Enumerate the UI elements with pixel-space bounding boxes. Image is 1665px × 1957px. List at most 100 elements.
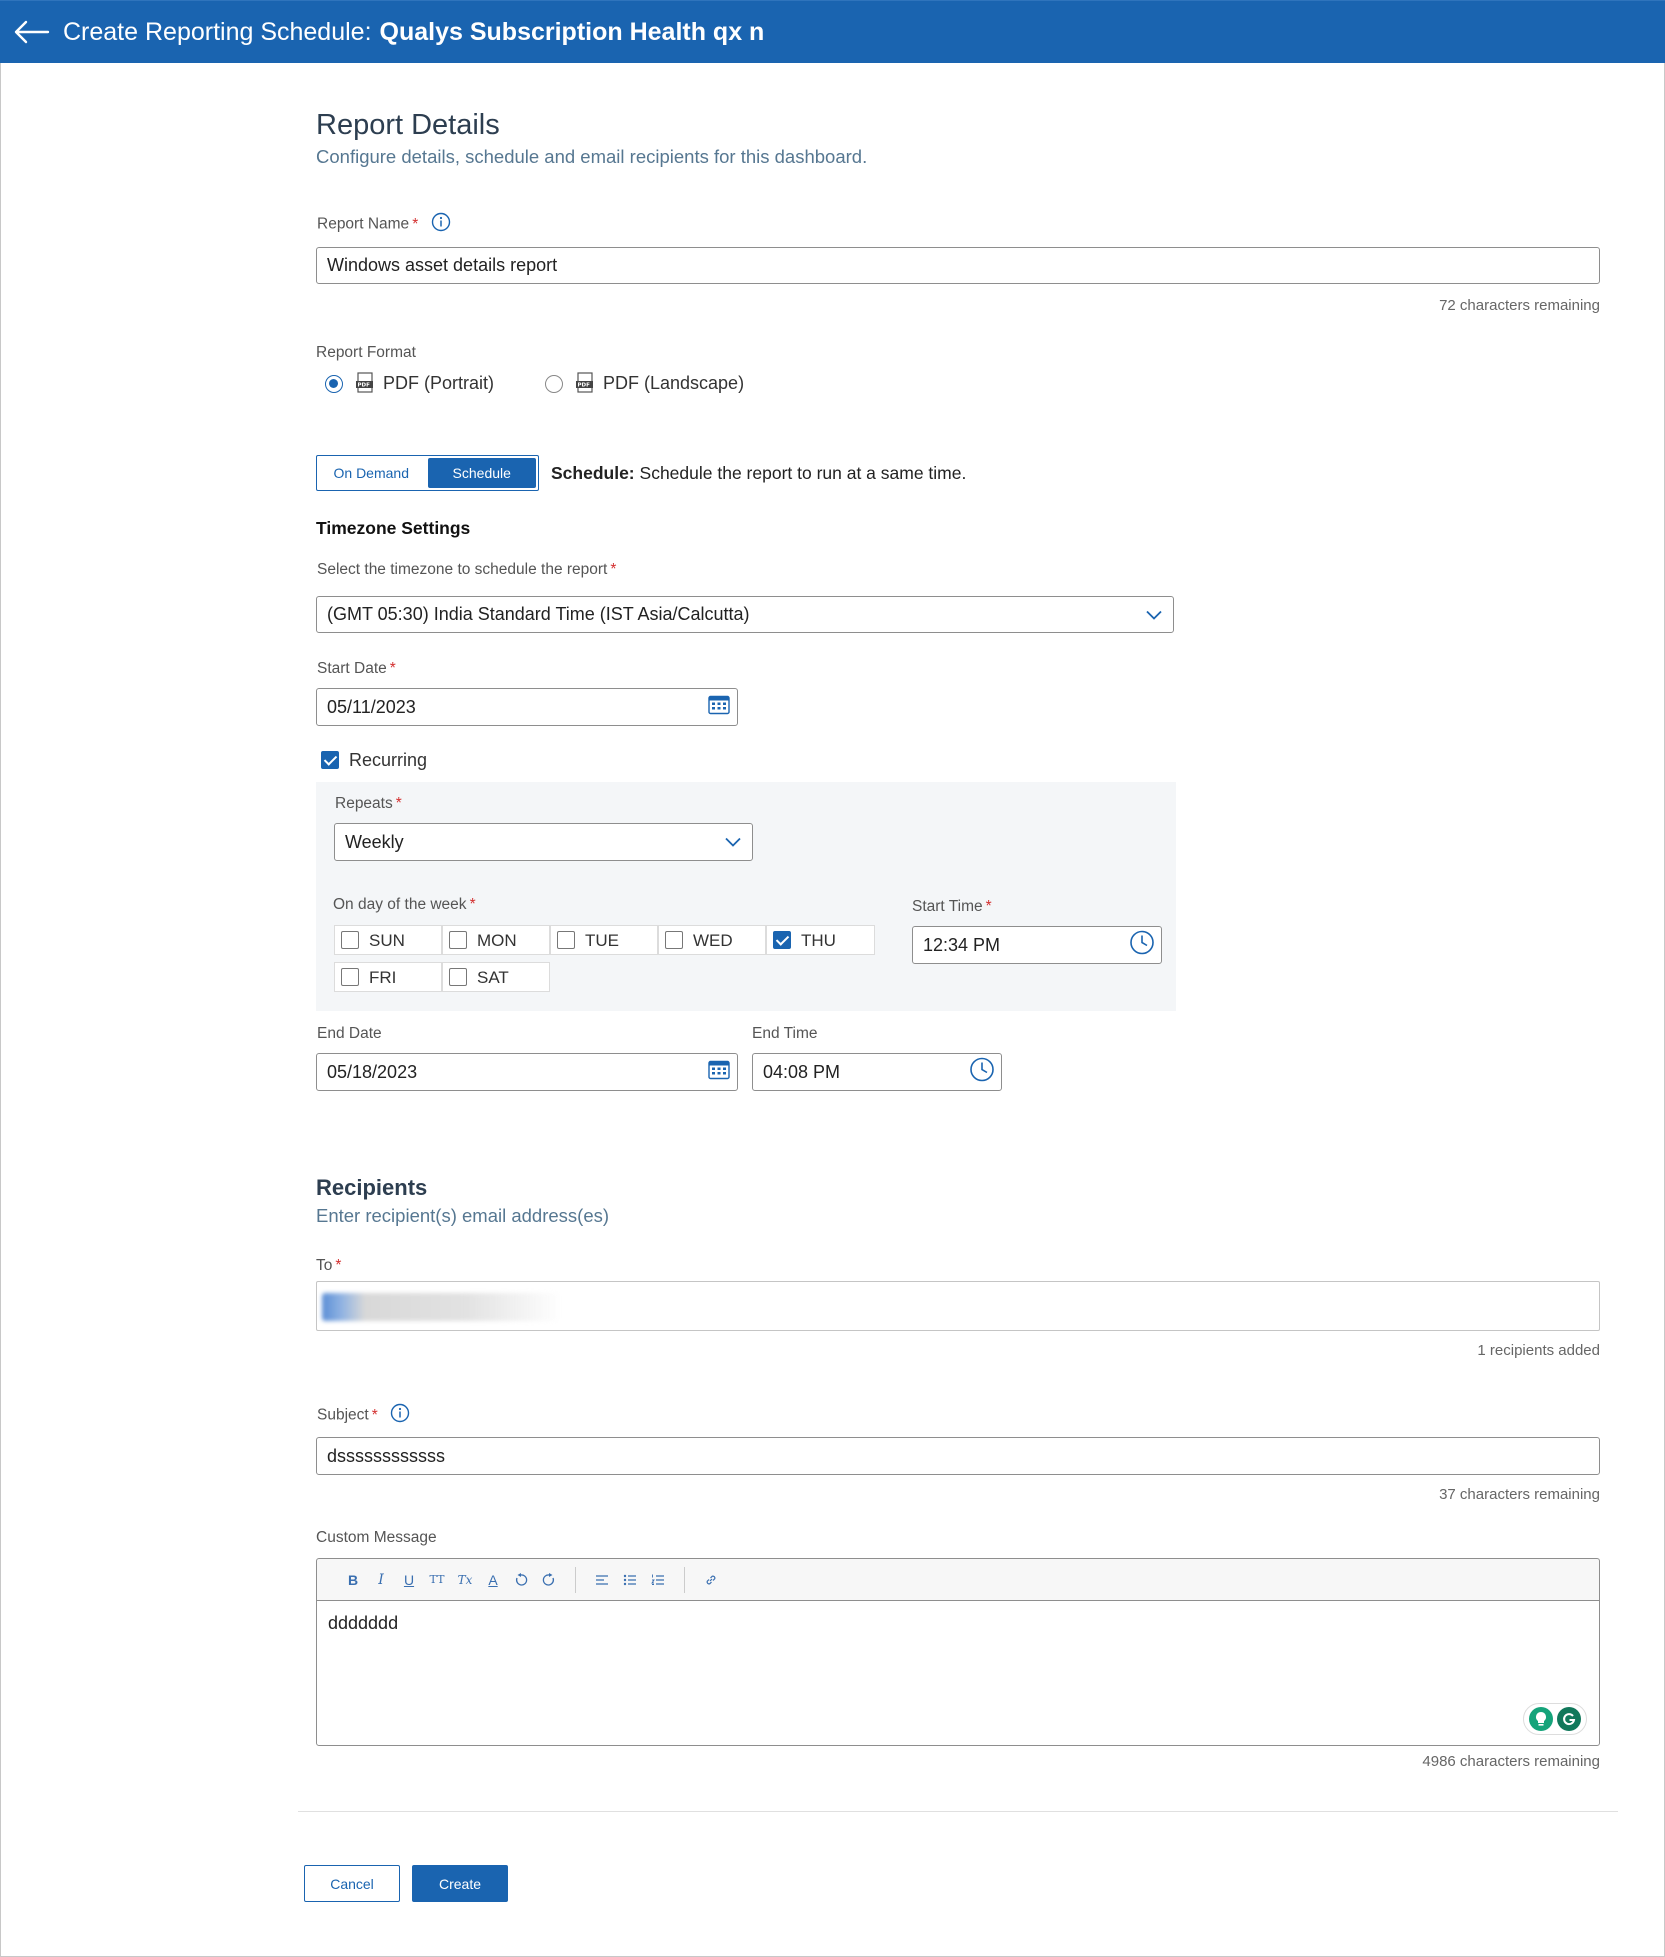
report-details-heading: Report Details bbox=[316, 109, 500, 141]
end-time-label: End Time bbox=[752, 1025, 818, 1042]
info-icon[interactable] bbox=[431, 212, 451, 237]
report-details-subheading: Configure details, schedule and email re… bbox=[316, 146, 868, 167]
day-tue-checkbox[interactable] bbox=[557, 931, 575, 949]
underline-button[interactable]: U bbox=[395, 1566, 423, 1594]
align-left-icon[interactable] bbox=[588, 1566, 616, 1594]
chevron-down-icon bbox=[1145, 604, 1163, 625]
editor-toolbar: B I U TT Tx A bbox=[316, 1558, 1600, 1600]
calendar-icon[interactable] bbox=[707, 694, 731, 721]
end-time-input[interactable]: 04:08 PM bbox=[752, 1053, 1002, 1091]
bold-button[interactable]: B bbox=[339, 1566, 367, 1594]
numbered-list-icon[interactable] bbox=[644, 1566, 672, 1594]
report-format-label: Report Format bbox=[316, 344, 416, 361]
schedule-button[interactable]: Schedule bbox=[427, 458, 536, 488]
schedule-description: Schedule: Schedule the report to run at … bbox=[551, 463, 967, 483]
create-button[interactable]: Create bbox=[412, 1865, 508, 1902]
page-header: Create Reporting Schedule: Qualys Subscri… bbox=[0, 0, 1665, 63]
day-sun-checkbox[interactable] bbox=[341, 931, 359, 949]
subject-label: Subject * bbox=[317, 1403, 410, 1428]
subject-char-count: 37 characters remaining bbox=[1439, 1486, 1600, 1503]
day-of-week-label: On day of the week * bbox=[333, 896, 476, 913]
custom-message-editor[interactable]: ddddddd bbox=[316, 1600, 1600, 1746]
report-name-input[interactable]: Windows asset details report bbox=[316, 247, 1600, 284]
custom-message-label: Custom Message bbox=[316, 1529, 437, 1546]
start-time-value: 12:34 PM bbox=[923, 934, 1001, 955]
pdf-portrait-radio[interactable] bbox=[325, 375, 343, 393]
recipients-subheading: Enter recipient(s) email address(es) bbox=[316, 1205, 610, 1226]
calendar-icon[interactable] bbox=[707, 1059, 731, 1086]
end-date-label: End Date bbox=[317, 1025, 382, 1042]
day-sat[interactable]: SAT bbox=[442, 962, 550, 992]
recurring-label: Recurring bbox=[349, 750, 428, 770]
back-arrow-icon[interactable] bbox=[12, 15, 52, 49]
text-size-button[interactable]: TT bbox=[423, 1566, 451, 1594]
report-name-label: Report Name * bbox=[317, 212, 451, 237]
timezone-label: Select the timezone to schedule the repo… bbox=[317, 561, 617, 578]
svg-text:PDF: PDF bbox=[578, 383, 591, 389]
custom-message-char-count: 4986 characters remaining bbox=[1422, 1753, 1600, 1770]
day-fri-checkbox[interactable] bbox=[341, 968, 359, 986]
italic-button[interactable]: I bbox=[367, 1566, 395, 1594]
report-name-char-count: 72 characters remaining bbox=[1439, 297, 1600, 314]
end-date-input[interactable]: 05/18/2023 bbox=[316, 1053, 738, 1091]
clear-format-button[interactable]: Tx bbox=[451, 1566, 479, 1594]
recipient-chip[interactable] bbox=[322, 1293, 562, 1321]
grammarly-widget[interactable] bbox=[1523, 1703, 1587, 1735]
start-time-label: Start Time * bbox=[912, 898, 992, 915]
pdf-icon: PDF bbox=[355, 372, 377, 399]
subject-input[interactable]: dssssssssssss bbox=[316, 1437, 1600, 1475]
info-icon[interactable] bbox=[390, 1403, 410, 1428]
custom-message-text: ddddddd bbox=[328, 1613, 399, 1633]
undo-icon[interactable] bbox=[507, 1566, 535, 1594]
start-date-label: Start Date * bbox=[317, 660, 396, 677]
font-color-button[interactable]: A bbox=[479, 1566, 507, 1594]
repeats-select[interactable]: Weekly bbox=[334, 823, 753, 861]
clock-icon[interactable] bbox=[1129, 930, 1155, 961]
cancel-button[interactable]: Cancel bbox=[304, 1865, 400, 1902]
redo-icon[interactable] bbox=[535, 1566, 563, 1594]
clock-icon[interactable] bbox=[969, 1057, 995, 1088]
pdf-portrait-label: PDF (Portrait) bbox=[383, 373, 495, 393]
toolbar-divider bbox=[575, 1566, 576, 1593]
on-demand-button[interactable]: On Demand bbox=[317, 456, 426, 490]
repeats-label: Repeats * bbox=[335, 795, 402, 812]
page-title: Create Reporting Schedule: Qualys Subscri… bbox=[63, 18, 764, 47]
end-date-value: 05/18/2023 bbox=[327, 1061, 418, 1082]
day-fri[interactable]: FRI bbox=[334, 962, 442, 992]
start-date-input[interactable]: 05/11/2023 bbox=[316, 688, 738, 726]
day-thu-checkbox[interactable] bbox=[773, 931, 791, 949]
timezone-value: (GMT 05:30) India Standard Time (IST Asi… bbox=[327, 604, 750, 624]
chevron-down-icon bbox=[724, 832, 742, 853]
day-wed-checkbox[interactable] bbox=[665, 931, 683, 949]
timezone-select[interactable]: (GMT 05:30) India Standard Time (IST Asi… bbox=[316, 596, 1174, 633]
pdf-icon: PDF bbox=[575, 372, 597, 399]
to-label: To * bbox=[316, 1257, 342, 1274]
footer-divider bbox=[298, 1811, 1618, 1812]
toolbar-divider bbox=[684, 1566, 685, 1593]
day-wed[interactable]: WED bbox=[658, 925, 766, 955]
day-tue[interactable]: TUE bbox=[550, 925, 658, 955]
day-mon-checkbox[interactable] bbox=[449, 931, 467, 949]
day-mon[interactable]: MON bbox=[442, 925, 550, 955]
repeats-value: Weekly bbox=[345, 831, 404, 852]
start-time-input[interactable]: 12:34 PM bbox=[912, 926, 1162, 964]
to-recipients-input[interactable] bbox=[316, 1281, 1600, 1331]
grammarly-icon[interactable] bbox=[1557, 1707, 1582, 1731]
recurring-checkbox[interactable] bbox=[321, 751, 339, 769]
link-icon[interactable] bbox=[697, 1566, 725, 1594]
day-thu[interactable]: THU bbox=[766, 925, 875, 955]
timezone-heading: Timezone Settings bbox=[316, 518, 471, 538]
report-mode-toggle: On Demand Schedule bbox=[316, 455, 539, 491]
dashboard-name: Qualys Subscription Health qx n bbox=[379, 18, 765, 46]
title-prefix: Create Reporting Schedule: bbox=[63, 18, 372, 46]
recipients-heading: Recipients bbox=[316, 1175, 428, 1200]
svg-text:PDF: PDF bbox=[358, 383, 371, 389]
pdf-landscape-label: PDF (Landscape) bbox=[603, 373, 745, 393]
day-sat-checkbox[interactable] bbox=[449, 968, 467, 986]
lightbulb-icon[interactable] bbox=[1528, 1707, 1553, 1731]
pdf-landscape-radio[interactable] bbox=[545, 375, 563, 393]
day-sun[interactable]: SUN bbox=[334, 925, 442, 955]
start-date-value: 05/11/2023 bbox=[327, 696, 416, 717]
bulleted-list-icon[interactable] bbox=[616, 1566, 644, 1594]
recipients-count: 1 recipients added bbox=[1477, 1342, 1600, 1359]
